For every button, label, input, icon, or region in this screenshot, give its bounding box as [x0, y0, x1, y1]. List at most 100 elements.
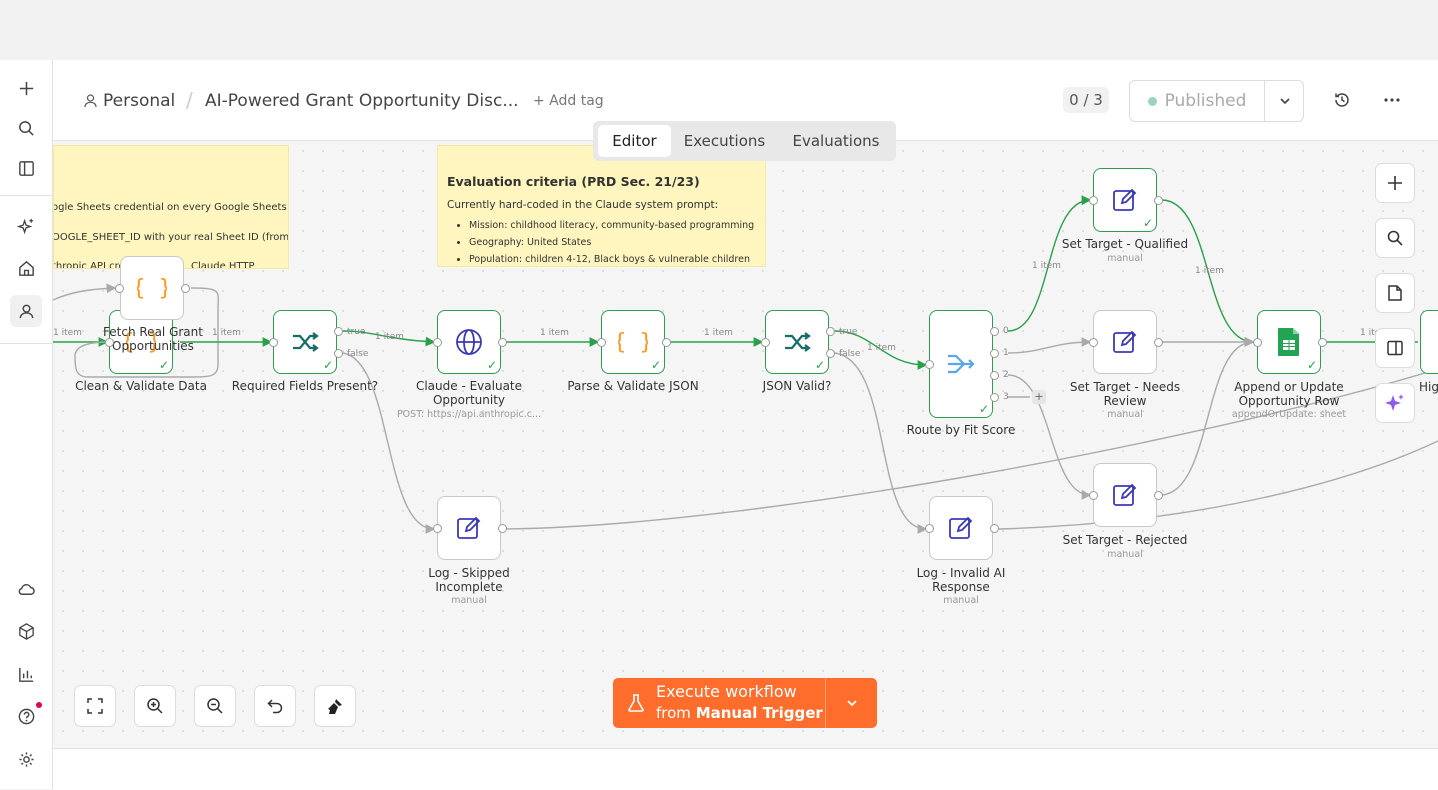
node-log-skipped[interactable] — [437, 496, 501, 560]
input-port[interactable] — [925, 524, 934, 533]
input-port[interactable] — [1253, 338, 1262, 347]
input-port[interactable] — [761, 338, 770, 347]
input-port[interactable] — [433, 524, 442, 533]
add-node-panel-button[interactable] — [1375, 163, 1415, 203]
top-strip — [0, 0, 1438, 60]
node-json-valid[interactable]: ✓ — [765, 310, 829, 374]
output-port-false[interactable] — [334, 349, 343, 358]
personal-button[interactable] — [10, 295, 42, 327]
node-fetch-grants[interactable]: { } — [120, 256, 184, 320]
tab-editor[interactable]: Editor — [598, 125, 671, 157]
input-port[interactable] — [105, 338, 114, 347]
output-port[interactable] — [990, 524, 999, 533]
tidy-up-button[interactable] — [314, 685, 356, 727]
output-port[interactable] — [662, 338, 671, 347]
check-icon: ✓ — [1306, 358, 1317, 372]
execute-trigger-name: Manual Trigger — [695, 704, 823, 722]
toggle-panel-button[interactable] — [1375, 328, 1415, 368]
input-port[interactable] — [269, 338, 278, 347]
output-port[interactable] — [1154, 491, 1163, 500]
output-port-true[interactable] — [826, 327, 835, 336]
zoom-to-fit-button[interactable] — [74, 685, 116, 727]
output-port[interactable] — [498, 338, 507, 347]
connection[interactable] — [1007, 337, 1092, 354]
node-append-update-sheet[interactable]: ✓ — [1257, 310, 1321, 374]
cloud-button[interactable] — [10, 573, 42, 605]
input-port[interactable] — [433, 338, 442, 347]
home-icon — [18, 260, 34, 276]
status-dot — [1147, 96, 1157, 106]
node-parse-json[interactable]: { } ✓ — [601, 310, 665, 374]
output-port-2[interactable] — [990, 371, 999, 380]
toggle-sidebar-button[interactable] — [10, 152, 42, 184]
workflow-name[interactable]: AI-Powered Grant Opportunity Disc... — [205, 91, 519, 111]
input-port[interactable] — [115, 284, 124, 293]
output-port[interactable] — [498, 524, 507, 533]
maximize-icon — [87, 698, 103, 714]
published-button[interactable]: Published — [1130, 81, 1264, 121]
output-label: 3 — [1003, 392, 1009, 402]
search-icon — [18, 120, 34, 136]
home-button[interactable] — [10, 252, 42, 284]
node-claude-evaluate[interactable]: ✓ — [437, 310, 501, 374]
check-icon: ✓ — [814, 358, 825, 372]
left-sidebar — [0, 60, 53, 789]
ai-assistant-button[interactable] — [1375, 383, 1415, 423]
input-port[interactable] — [1089, 338, 1098, 347]
output-port[interactable] — [1318, 338, 1327, 347]
node-set-rejected[interactable] — [1093, 463, 1157, 527]
search-button[interactable] — [10, 112, 42, 144]
notification-dot — [36, 702, 42, 708]
tab-evaluations[interactable]: Evaluations — [782, 125, 890, 157]
node-set-needs-review[interactable] — [1093, 310, 1157, 374]
tab-executions[interactable]: Executions — [675, 125, 774, 157]
node-route-fit-score[interactable]: ✓ — [929, 310, 993, 418]
output-port-false[interactable] — [826, 349, 835, 358]
node-log-invalid[interactable] — [929, 496, 993, 560]
settings-button[interactable] — [10, 743, 42, 775]
input-port[interactable] — [597, 338, 606, 347]
insights-button[interactable] — [10, 658, 42, 690]
output-port-1[interactable] — [990, 349, 999, 358]
execute-workflow-button[interactable]: Execute workflow from Manual Trigger — [613, 678, 877, 728]
node-required-fields[interactable]: ✓ — [273, 310, 337, 374]
input-port[interactable] — [925, 360, 934, 369]
output-port[interactable] — [1154, 196, 1163, 205]
templates-button[interactable] — [10, 615, 42, 647]
version-history-button[interactable] — [1332, 90, 1352, 110]
add-sticky-button[interactable] — [1375, 273, 1415, 313]
undo-button[interactable] — [254, 685, 296, 727]
view-tabs: Editor Executions Evaluations — [593, 121, 896, 161]
output-port-0[interactable] — [990, 327, 999, 336]
input-port[interactable] — [1089, 491, 1098, 500]
project-breadcrumb[interactable]: Personal — [103, 91, 175, 111]
workflow-canvas[interactable]: ogle Sheets credential on every Google S… — [53, 141, 1438, 748]
node-label: Log - Skipped Incomplete — [428, 566, 510, 594]
publish-dropdown-button[interactable] — [1264, 81, 1304, 121]
node-set-qualified[interactable]: ✓ — [1093, 168, 1157, 232]
edit-icon — [1113, 483, 1137, 506]
output-port-3[interactable] — [990, 393, 999, 402]
output-port-true[interactable] — [334, 327, 343, 336]
node-partial-next[interactable] — [1420, 310, 1438, 374]
zoom-in-button[interactable] — [134, 685, 176, 727]
output-port[interactable] — [1154, 338, 1163, 347]
input-port[interactable] — [1089, 196, 1098, 205]
add-tag-button[interactable]: + Add tag — [533, 93, 604, 109]
evaluation-count-badge: 0 / 3 — [1063, 87, 1109, 113]
node-subtitle: manual — [943, 595, 979, 606]
more-options-button[interactable] — [1382, 90, 1402, 110]
node-label: JSON Valid? — [762, 379, 832, 393]
node-label: Fetch Real Grant Opportunities — [103, 325, 203, 353]
ai-assistant-button[interactable] — [10, 210, 42, 242]
search-nodes-button[interactable] — [1375, 218, 1415, 258]
zoom-out-button[interactable] — [194, 685, 236, 727]
create-button[interactable] — [10, 72, 42, 104]
connection[interactable] — [53, 283, 117, 301]
execute-dropdown-button[interactable] — [826, 678, 877, 728]
node-label: Parse & Validate JSON — [567, 379, 699, 393]
check-icon: ✓ — [322, 358, 333, 372]
connection[interactable] — [998, 440, 1438, 530]
output-port[interactable] — [181, 284, 190, 293]
add-node-button[interactable]: + — [1032, 390, 1046, 404]
